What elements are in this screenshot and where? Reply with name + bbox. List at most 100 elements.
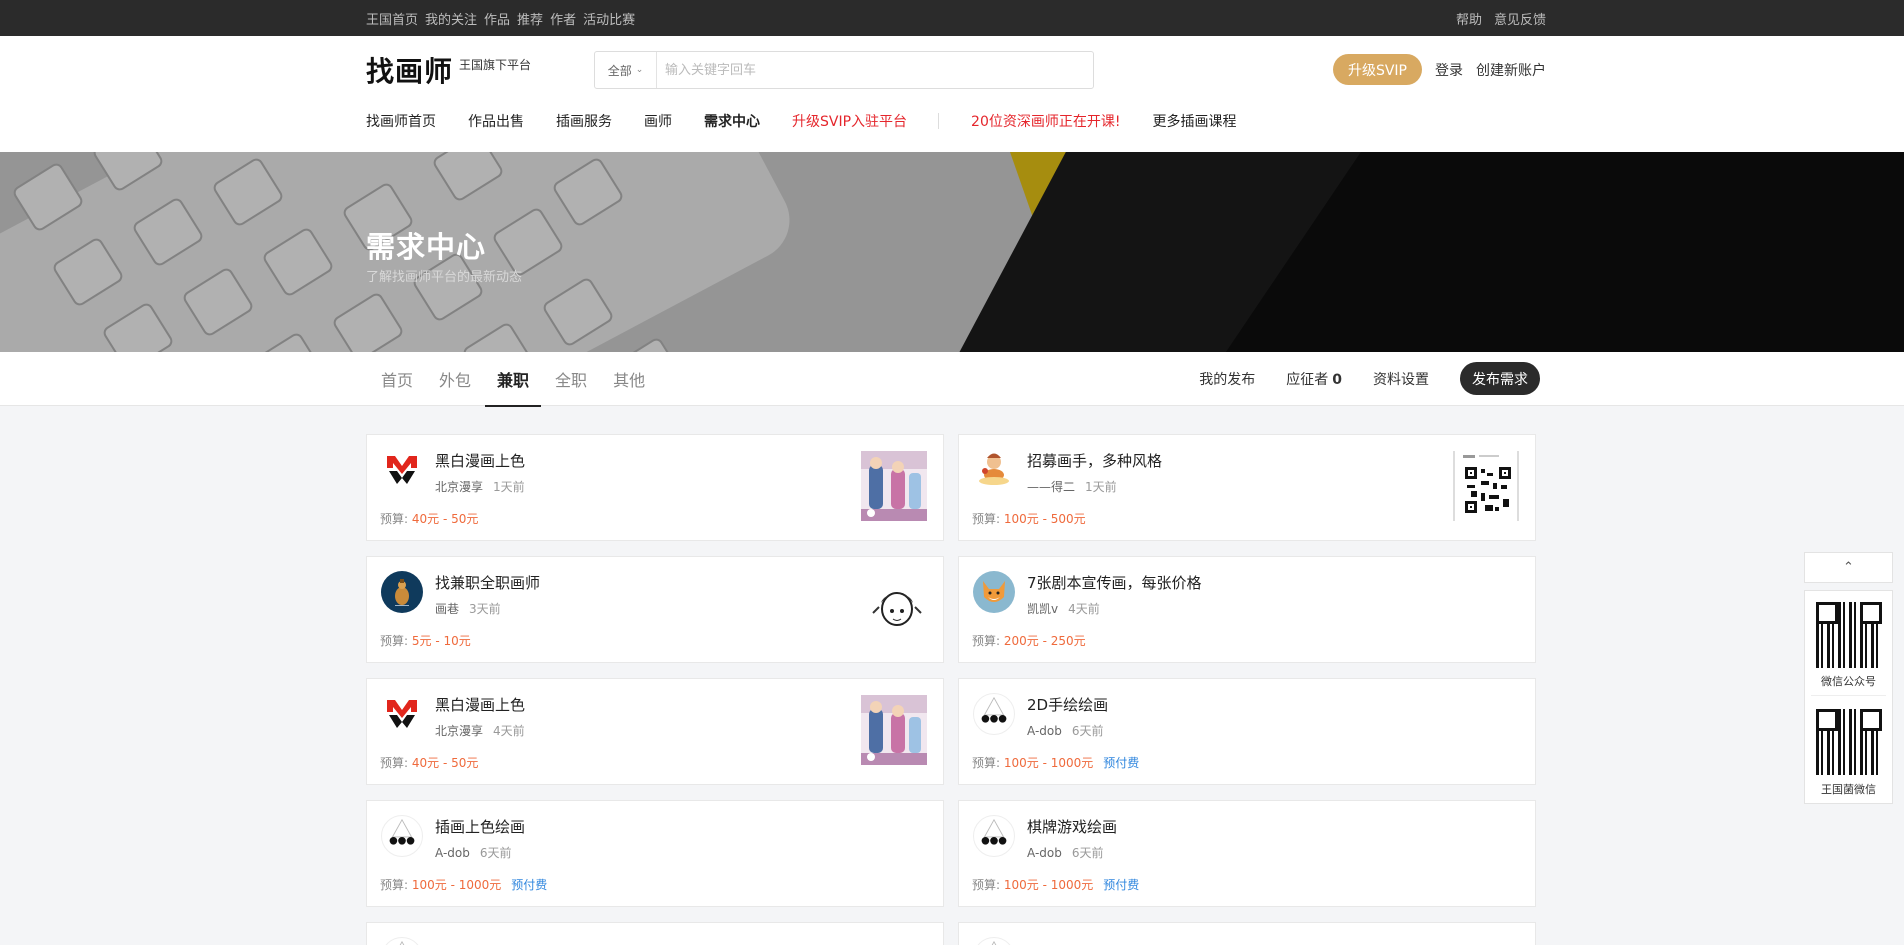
demand-budget: 预算: 5元 - 10元 bbox=[380, 632, 471, 649]
prepay-badge: 预付费 bbox=[1103, 756, 1140, 770]
top-right-links: 帮助 意见反馈 bbox=[1456, 9, 1546, 28]
demand-card[interactable]: 2D手绘绘画 A-dob 6天前 预算: 100元 - 1000元 预付费 bbox=[958, 678, 1536, 785]
demand-title[interactable]: 插画上色绘画 bbox=[435, 816, 525, 837]
demand-thumbnail[interactable] bbox=[1453, 451, 1519, 521]
demand-thumbnail[interactable] bbox=[861, 573, 927, 643]
upgrade-svip-button[interactable]: 升级SVIP bbox=[1332, 54, 1422, 85]
login-link[interactable]: 登录 bbox=[1435, 60, 1463, 80]
demand-card[interactable]: 黑白漫画上色 北京漫享 4天前 预算: 40元 - 50元 bbox=[366, 678, 944, 785]
demand-card[interactable] bbox=[366, 922, 944, 945]
demand-time: 4天前 bbox=[493, 724, 525, 738]
header-actions: 升级SVIP 登录 创建新账户 bbox=[1332, 54, 1546, 85]
main-nav: 找画师首页 作品出售 插画服务 画师 需求中心 升级SVIP入驻平台 20位资深… bbox=[366, 111, 1268, 131]
avatar bbox=[381, 937, 423, 945]
demand-card[interactable]: 黑白漫画上色 北京漫享 1天前 预算: 40元 - 50元 bbox=[366, 434, 944, 541]
budget-label: 预算: bbox=[972, 878, 1001, 892]
search-scope-select[interactable]: 全部 ⌄ bbox=[595, 52, 657, 88]
budget-label: 预算: bbox=[972, 634, 1001, 648]
feedback-link[interactable]: 意见反馈 bbox=[1494, 9, 1546, 28]
subnav-actions: 我的发布 应征者 0 资料设置 发布需求 bbox=[1199, 362, 1540, 395]
top-link-following[interactable]: 我的关注 bbox=[425, 9, 477, 28]
budget-label: 预算: bbox=[380, 878, 409, 892]
publish-demand-button[interactable]: 发布需求 bbox=[1460, 362, 1540, 395]
demand-author[interactable]: A-dob bbox=[1027, 724, 1062, 738]
demand-author[interactable]: 凯凯v bbox=[1027, 602, 1058, 616]
demand-budget: 预算: 40元 - 50元 bbox=[380, 510, 478, 527]
demand-card[interactable]: 招募画手，多种风格 ——得二 1天前 预算: 100元 - 500元 bbox=[958, 434, 1536, 541]
top-link-works[interactable]: 作品 bbox=[484, 9, 510, 28]
budget-amount: 100元 - 1000元 bbox=[1003, 878, 1094, 892]
demand-author[interactable]: A-dob bbox=[1027, 846, 1062, 860]
nav-works-sale[interactable]: 作品出售 bbox=[468, 111, 524, 131]
nav-more-courses[interactable]: 更多插画课程 bbox=[1152, 111, 1236, 131]
demand-card[interactable]: 棋牌游戏绘画 A-dob 6天前 预算: 100元 - 1000元 预付费 bbox=[958, 800, 1536, 907]
demand-budget: 预算: 100元 - 500元 bbox=[972, 510, 1086, 527]
budget-label: 预算: bbox=[380, 756, 409, 770]
prepay-badge: 预付费 bbox=[1103, 878, 1140, 892]
tab-part-time[interactable]: 兼职 bbox=[485, 352, 542, 407]
demand-thumbnail[interactable] bbox=[861, 695, 927, 765]
demand-budget: 预算: 100元 - 1000元 预付费 bbox=[972, 754, 1139, 771]
tab-other[interactable]: 其他 bbox=[613, 352, 645, 406]
demand-meta: 北京漫享 1天前 bbox=[435, 478, 525, 495]
top-link-authors[interactable]: 作者 bbox=[550, 9, 576, 28]
demand-card[interactable] bbox=[958, 922, 1536, 945]
help-link[interactable]: 帮助 bbox=[1456, 9, 1482, 28]
back-to-top-button[interactable]: ⌃ bbox=[1804, 552, 1893, 583]
demand-title[interactable]: 找兼职全职画师 bbox=[435, 572, 540, 593]
demand-title[interactable]: 7张剧本宣传画，每张价格 bbox=[1027, 572, 1202, 593]
demand-author[interactable]: ——得二 bbox=[1027, 480, 1075, 494]
qr2-caption: 王国菌微信 bbox=[1821, 783, 1876, 796]
budget-amount: 40元 - 50元 bbox=[411, 512, 479, 526]
nav-courses-promo[interactable]: 20位资深画师正在开课! bbox=[971, 111, 1120, 131]
demand-card[interactable]: 7张剧本宣传画，每张价格 凯凯v 4天前 预算: 200元 - 250元 bbox=[958, 556, 1536, 663]
nav-artists[interactable]: 画师 bbox=[644, 111, 672, 131]
top-link-home[interactable]: 王国首页 bbox=[366, 9, 418, 28]
budget-amount: 100元 - 1000元 bbox=[1003, 756, 1094, 770]
demand-time: 4天前 bbox=[1068, 602, 1100, 616]
nav-home[interactable]: 找画师首页 bbox=[366, 111, 436, 131]
avatar bbox=[973, 937, 1015, 945]
site-logo[interactable]: 找画师 王国旗下平台 bbox=[366, 50, 531, 90]
nav-demand-center[interactable]: 需求中心 bbox=[704, 111, 760, 131]
demand-title[interactable]: 棋牌游戏绘画 bbox=[1027, 816, 1117, 837]
top-link-contests[interactable]: 活动比赛 bbox=[583, 9, 635, 28]
demand-author[interactable]: A-dob bbox=[435, 846, 470, 860]
budget-label: 预算: bbox=[380, 512, 409, 526]
applicants-link[interactable]: 应征者 0 bbox=[1286, 369, 1342, 389]
my-posts-link[interactable]: 我的发布 bbox=[1199, 369, 1255, 389]
profile-settings-link[interactable]: 资料设置 bbox=[1373, 369, 1429, 389]
demand-author[interactable]: 画巷 bbox=[435, 602, 459, 616]
register-link[interactable]: 创建新账户 bbox=[1476, 60, 1546, 80]
demand-title[interactable]: 2D手绘绘画 bbox=[1027, 694, 1108, 715]
demand-card[interactable]: 插画上色绘画 A-dob 6天前 预算: 100元 - 1000元 预付费 bbox=[366, 800, 944, 907]
demand-meta: 画巷 3天前 bbox=[435, 600, 501, 617]
demand-author[interactable]: 北京漫享 bbox=[435, 724, 483, 738]
avatar bbox=[973, 449, 1015, 491]
tab-outsource[interactable]: 外包 bbox=[439, 352, 471, 406]
tab-full-time[interactable]: 全职 bbox=[555, 352, 587, 406]
wechat-official-qr bbox=[1816, 602, 1882, 668]
search-input[interactable] bbox=[657, 52, 1093, 88]
budget-label: 预算: bbox=[380, 634, 409, 648]
nav-illustration-service[interactable]: 插画服务 bbox=[556, 111, 612, 131]
demand-subnav: 首页 外包 兼职 全职 其他 我的发布 应征者 0 资料设置 发布需求 bbox=[0, 352, 1904, 407]
page-subtitle: 了解找画师平台的最新动态 bbox=[366, 270, 523, 285]
demand-card[interactable]: 找兼职全职画师 画巷 3天前 预算: 5元 - 10元 bbox=[366, 556, 944, 663]
top-link-recommend[interactable]: 推荐 bbox=[517, 9, 543, 28]
demand-title[interactable]: 黑白漫画上色 bbox=[435, 694, 525, 715]
demand-author[interactable]: 北京漫享 bbox=[435, 480, 483, 494]
demand-meta: A-dob 6天前 bbox=[1027, 722, 1104, 739]
demand-title[interactable]: 黑白漫画上色 bbox=[435, 450, 525, 471]
budget-amount: 100元 - 500元 bbox=[1003, 512, 1086, 526]
tab-home[interactable]: 首页 bbox=[381, 352, 413, 406]
nav-divider bbox=[938, 113, 940, 129]
applicants-label: 应征者 bbox=[1286, 371, 1329, 388]
avatar bbox=[381, 449, 423, 491]
demand-thumbnail[interactable] bbox=[861, 451, 927, 521]
demand-meta: ——得二 1天前 bbox=[1027, 478, 1117, 495]
demand-title[interactable]: 招募画手，多种风格 bbox=[1027, 450, 1162, 471]
nav-svip-join[interactable]: 升级SVIP入驻平台 bbox=[792, 111, 907, 131]
budget-amount: 200元 - 250元 bbox=[1003, 634, 1086, 648]
avatar bbox=[973, 693, 1015, 735]
